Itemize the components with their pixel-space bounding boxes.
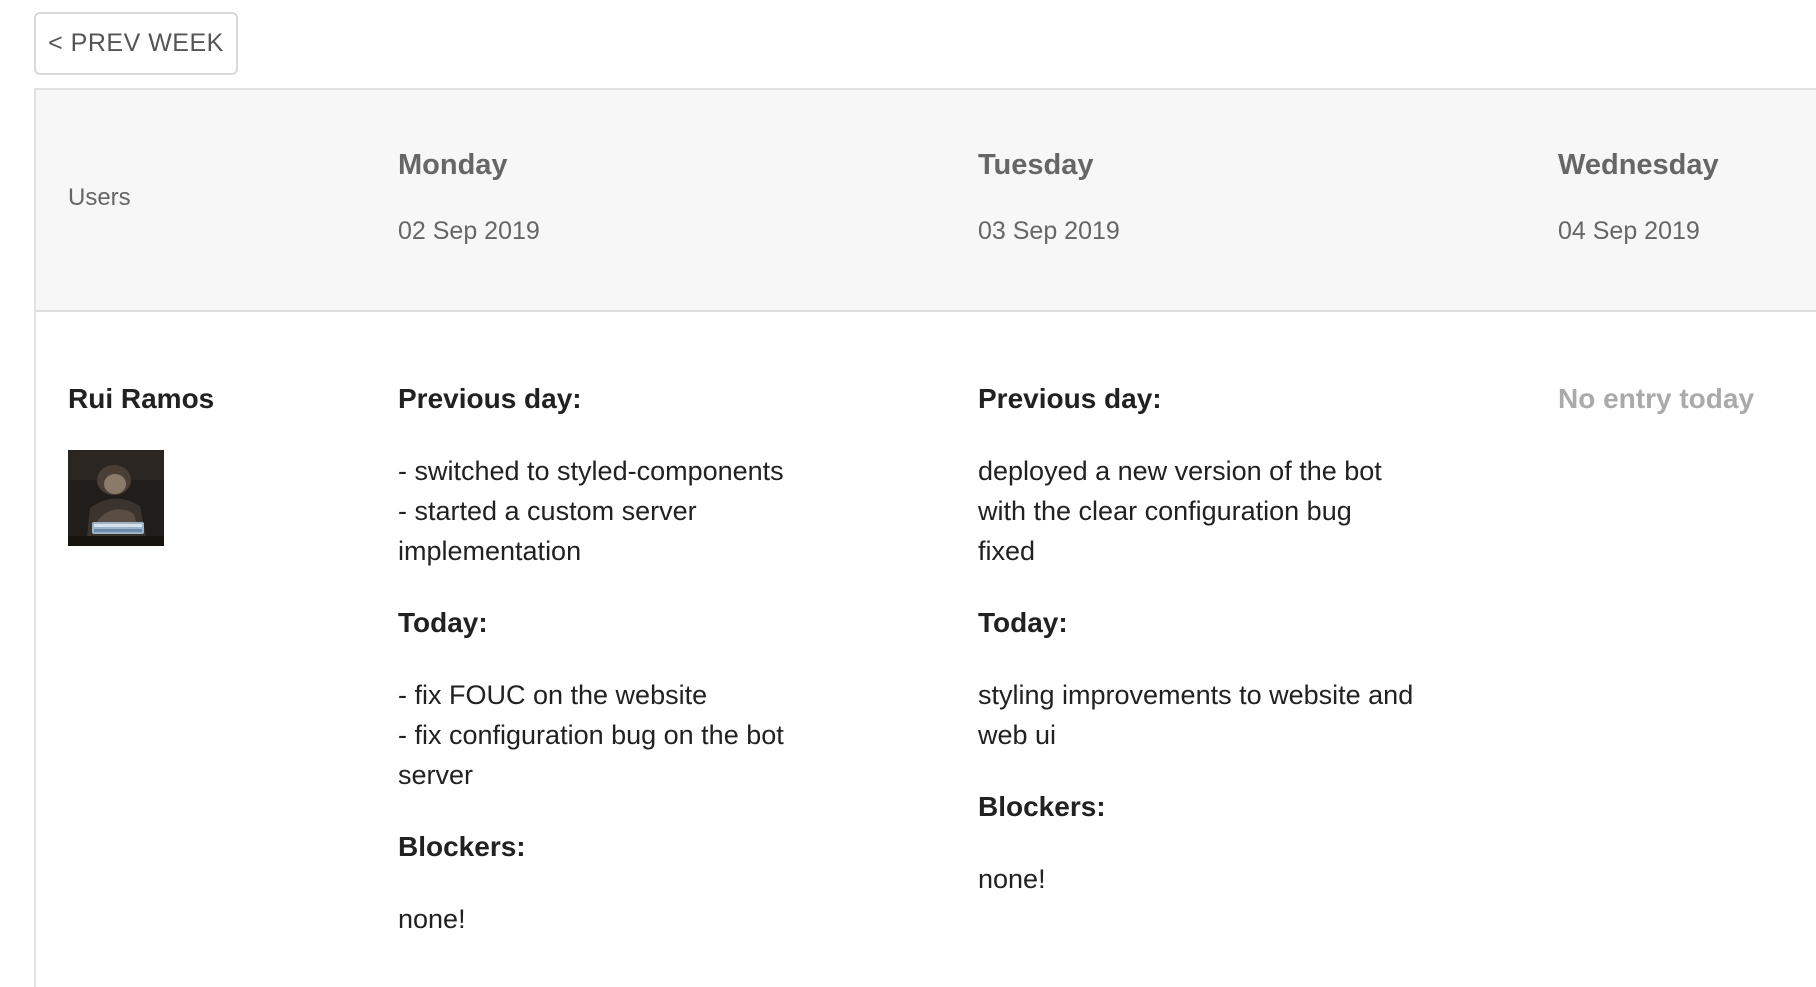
day-header-tuesday: Tuesday 03 Sep 2019 xyxy=(978,148,1120,246)
day-name: Wednesday xyxy=(1558,149,1719,181)
day-date: 03 Sep 2019 xyxy=(978,217,1120,245)
prev-week-button[interactable]: < PREV WEEK xyxy=(34,12,238,75)
previous-day-text: deployed a new version of the bot with t… xyxy=(978,456,1382,566)
day-header-monday: Monday 02 Sep 2019 xyxy=(398,148,540,246)
day-date: 02 Sep 2019 xyxy=(398,217,540,245)
entry-wednesday: No entry today xyxy=(1558,382,1816,416)
users-column-header: Users xyxy=(68,184,131,211)
user-cell: Rui Ramos xyxy=(68,382,214,546)
day-name: Tuesday xyxy=(978,149,1094,181)
previous-day-label: Previous day: xyxy=(398,383,582,414)
previous-day-text: - switched to styled-components - starte… xyxy=(398,456,784,566)
blockers-text: none! xyxy=(978,864,1046,894)
standup-table: Users Monday 02 Sep 2019 Tuesday 03 Sep … xyxy=(34,88,1816,987)
today-label: Today: xyxy=(978,607,1068,638)
today-text: - fix FOUC on the website - fix configur… xyxy=(398,680,784,790)
day-header-wednesday: Wednesday 04 Sep 2019 xyxy=(1558,148,1719,246)
table-header: Users Monday 02 Sep 2019 Tuesday 03 Sep … xyxy=(36,90,1816,312)
day-date: 04 Sep 2019 xyxy=(1558,217,1700,245)
day-name: Monday xyxy=(398,149,508,181)
no-entry-text: No entry today xyxy=(1558,383,1755,414)
avatar xyxy=(68,450,164,546)
blockers-label: Blockers: xyxy=(978,791,1106,822)
blockers-label: Blockers: xyxy=(398,831,526,862)
standup-week-view: < PREV WEEK Users Monday 02 Sep 2019 Tue… xyxy=(0,0,1816,987)
previous-day-label: Previous day: xyxy=(978,383,1162,414)
today-label: Today: xyxy=(398,607,488,638)
entry-tuesday: Previous day: deployed a new version of … xyxy=(978,382,1468,934)
entry-monday: Previous day: - switched to styled-compo… xyxy=(398,382,888,974)
blockers-text: none! xyxy=(398,904,466,934)
avatar-image xyxy=(68,450,164,546)
today-text: styling improvements to website and web … xyxy=(978,680,1414,750)
table-row: Rui Ramos Previous day: - switched to st… xyxy=(36,312,1816,987)
user-name: Rui Ramos xyxy=(68,383,215,414)
